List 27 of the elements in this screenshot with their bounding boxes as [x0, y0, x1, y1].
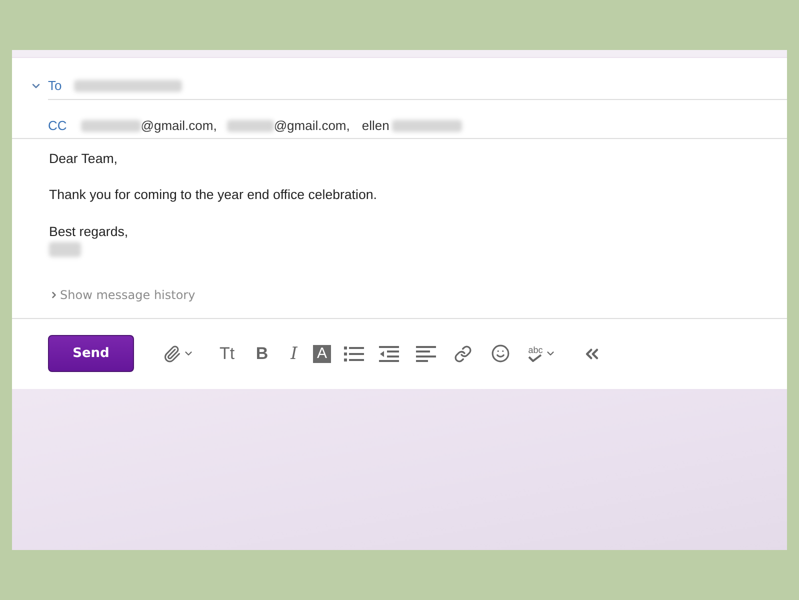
message-text: Thank you for coming to the year end office celebration. [49, 187, 377, 203]
show-message-history-link[interactable]: Show message history [49, 287, 196, 303]
chevron-right-icon [49, 290, 59, 300]
cc-recipient: ellen [362, 118, 390, 134]
cc-recipient: @gmail.com, [140, 118, 217, 134]
check-icon [528, 354, 542, 362]
greeting-text: Dear Team, [49, 151, 118, 167]
align-left-icon [416, 346, 436, 362]
blurred-text [226, 120, 274, 132]
italic-button[interactable]: I [282, 340, 306, 366]
bold-button[interactable]: B [247, 340, 277, 366]
closing-text: Best regards, [49, 224, 128, 240]
cc-recipient: @gmail.com, [274, 118, 350, 134]
outdent-icon [379, 346, 399, 362]
to-label: To [48, 78, 62, 94]
text-color-button[interactable]: A [313, 344, 331, 362]
paperclip-icon [162, 344, 180, 362]
blurred-text [80, 120, 141, 132]
blurred-text [392, 120, 462, 132]
spellcheck-button[interactable]: abc [521, 340, 563, 366]
send-button[interactable]: Send [48, 335, 134, 372]
text-size-button[interactable]: Tt [212, 340, 242, 366]
blurred-signature [49, 242, 81, 257]
cc-label: CC [48, 118, 67, 134]
link-icon [454, 344, 472, 362]
smiley-icon [490, 344, 510, 363]
bulleted-list-icon [344, 346, 364, 362]
